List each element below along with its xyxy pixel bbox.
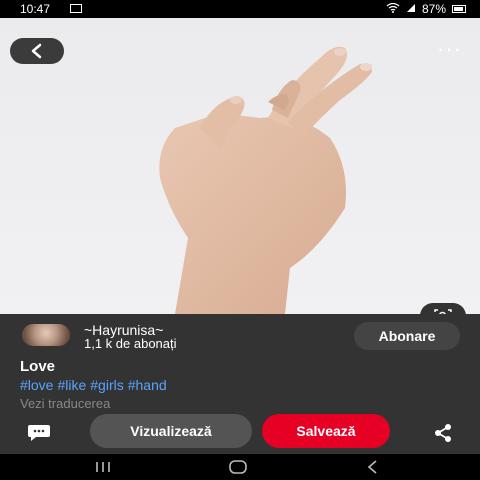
visual-search-button[interactable]: [420, 303, 466, 314]
hashtag-list: #love #like #girls #hand: [20, 377, 171, 393]
battery-percent: 87%: [421, 2, 446, 16]
system-nav-bar: [0, 454, 480, 480]
hashtag-link[interactable]: #girls: [90, 377, 123, 393]
comment-icon[interactable]: [26, 422, 52, 442]
more-options-icon[interactable]: ···: [437, 38, 462, 60]
status-time: 10:47: [20, 2, 51, 16]
image-notification-icon: [70, 4, 82, 13]
save-button[interactable]: Salvează: [262, 414, 390, 448]
lens-icon: [434, 309, 452, 314]
action-bar: Vizualizează Salvează: [0, 414, 480, 454]
hashtag-link[interactable]: #hand: [128, 377, 167, 393]
share-icon[interactable]: [432, 422, 454, 444]
pin-info-panel: ~Hayrunisa~ 1,1 k de abonați Abonare Lov…: [0, 314, 480, 414]
follow-button[interactable]: Abonare: [354, 322, 460, 350]
hand-image: [159, 46, 372, 314]
subscriber-count: 1,1 k de abonați: [84, 336, 177, 351]
wifi-icon: [386, 2, 400, 16]
home-icon[interactable]: [227, 458, 249, 476]
pin-image[interactable]: ···: [0, 18, 480, 314]
chevron-left-icon: [31, 43, 42, 59]
status-bar: 10:47 87%: [0, 0, 480, 18]
see-translation-link[interactable]: Vezi traducerea: [20, 396, 110, 411]
pin-title: Love: [20, 358, 56, 375]
back-nav-icon[interactable]: [362, 458, 384, 476]
signal-icon: [406, 2, 416, 16]
hashtag-link[interactable]: #love: [20, 377, 53, 393]
back-button[interactable]: [10, 38, 64, 64]
view-button[interactable]: Vizualizează: [90, 414, 252, 448]
battery-icon: [452, 5, 466, 13]
author-avatar[interactable]: [22, 324, 70, 346]
recent-apps-icon[interactable]: [92, 458, 114, 476]
hashtag-link[interactable]: #like: [57, 377, 86, 393]
status-icons: 87%: [386, 2, 466, 16]
